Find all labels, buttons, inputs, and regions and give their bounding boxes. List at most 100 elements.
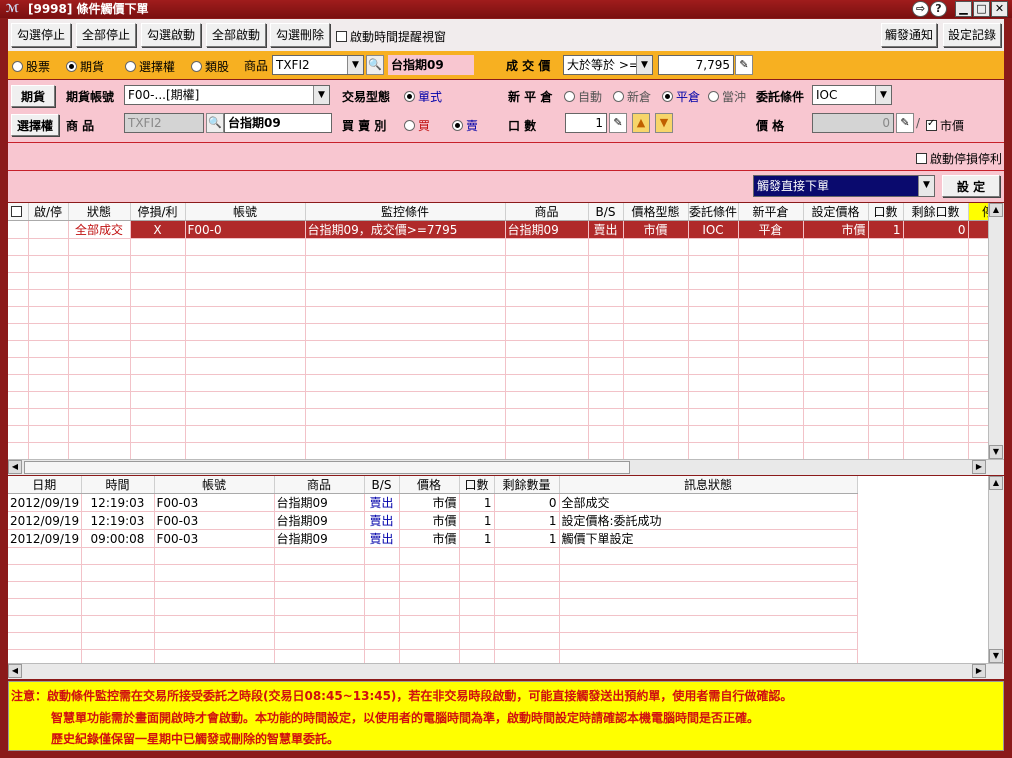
type-options-label: 選擇權 — [139, 60, 176, 74]
options-button[interactable]: 選擇權 — [11, 114, 59, 136]
start-all-button[interactable]: 全部啟動 — [206, 23, 266, 47]
time-reminder-checkbox[interactable]: 啟動時間提醒視窗 — [336, 28, 446, 45]
stop-checked-button[interactable]: 勾選停止 — [11, 23, 71, 47]
offset-daytrade-label: 當沖 — [722, 90, 747, 104]
qty-picker-icon[interactable]: ✎ — [609, 113, 627, 133]
market-price-checkbox[interactable]: 市價 — [926, 117, 964, 134]
remaining-cell: 1 — [494, 529, 560, 548]
col-header[interactable]: 口數 — [459, 476, 495, 494]
history-vertical-scrollbar[interactable]: ▲ ▼ — [988, 476, 1004, 663]
col-header[interactable]: 剩餘口數 — [903, 203, 969, 221]
operator-select[interactable]: 大於等於 >= ▼ — [563, 55, 653, 75]
price-picker-icon[interactable]: ✎ — [735, 55, 753, 75]
col-header[interactable]: 狀態 — [68, 203, 131, 221]
col-header[interactable]: 帳號 — [185, 203, 306, 221]
side-cell: 賣出 — [364, 493, 400, 512]
scroll-up-icon[interactable]: ▲ — [989, 203, 1003, 217]
table-row[interactable]: 2012/09/19 12:19:03 F00-03 台指期09 賣出 市價 1… — [8, 511, 858, 530]
col-header[interactable]: 設定價格 — [803, 203, 869, 221]
settings-log-button[interactable]: 設定記錄 — [943, 23, 1001, 47]
order-product-search-icon[interactable]: 🔍 — [206, 113, 224, 133]
monitor-body: 全部成交 X F00-0 台指期09，成交價>=7795 台指期09 賣出 市價… — [8, 220, 988, 459]
delete-checked-button[interactable]: 勾選刪除 — [270, 23, 330, 47]
trigger-notify-button[interactable]: 觸發通知 — [881, 23, 937, 47]
col-header[interactable]: 停 — [968, 203, 988, 221]
scroll-left-icon[interactable]: ◀ — [8, 460, 22, 474]
product-cell: 台指期09 — [274, 493, 365, 512]
type-sector-radio[interactable]: 類股 — [191, 58, 229, 75]
set-button[interactable]: 設 定 — [942, 175, 1000, 197]
col-header[interactable]: 新平倉 — [738, 203, 804, 221]
table-row — [8, 581, 858, 599]
col-header[interactable]: 時間 — [81, 476, 155, 494]
scroll-down-icon[interactable]: ▼ — [989, 649, 1003, 663]
col-header[interactable]: 帳號 — [154, 476, 275, 494]
history-horizontal-scrollbar[interactable]: ◀ ▶ — [8, 663, 1004, 679]
condition-price-input[interactable]: 7,795 — [658, 55, 734, 75]
offset-auto-radio[interactable]: 自動 — [564, 88, 602, 105]
qty-cell: 1 — [459, 511, 495, 530]
col-header[interactable]: 停損/利 — [130, 203, 186, 221]
qty-up-icon[interactable]: ▲ — [632, 113, 650, 133]
offset-new-radio[interactable]: 新倉 — [613, 88, 651, 105]
scroll-thumb[interactable] — [24, 461, 630, 474]
col-header[interactable]: 口數 — [868, 203, 904, 221]
maximize-button[interactable]: □ — [973, 1, 990, 17]
stop-all-button[interactable]: 全部停止 — [76, 23, 136, 47]
type-stock-radio[interactable]: 股票 — [12, 58, 50, 75]
col-header[interactable]: 商品 — [505, 203, 589, 221]
col-header[interactable]: 委託條件 — [688, 203, 739, 221]
scroll-right-icon[interactable]: ▶ — [972, 664, 986, 678]
trade-type-radio[interactable]: 單式 — [404, 88, 442, 105]
side-buy-radio[interactable]: 買 — [404, 117, 430, 134]
monitor-vertical-scrollbar[interactable]: ▲ ▼ — [988, 203, 1004, 459]
col-header[interactable]: 監控條件 — [305, 203, 506, 221]
help-icon[interactable]: ? — [930, 1, 947, 17]
qty-input[interactable]: 1 — [565, 113, 607, 133]
account-cell: F00-0 — [185, 220, 306, 239]
table-row[interactable]: 全部成交 X F00-0 台指期09，成交價>=7795 台指期09 賣出 市價… — [8, 220, 988, 239]
order-panel: 期貨 選擇權 期貨帳號 F00-...[期權] ▼ 交易型態 單式 新 平 倉 自… — [8, 80, 1004, 142]
select-all-checkbox[interactable] — [8, 203, 29, 221]
product-search-icon[interactable]: 🔍 — [366, 55, 384, 75]
qty-down-icon[interactable]: ▼ — [655, 113, 673, 133]
scroll-up-icon[interactable]: ▲ — [989, 476, 1003, 490]
futures-button[interactable]: 期貨 — [11, 85, 55, 107]
scroll-right-icon[interactable]: ▶ — [972, 460, 986, 474]
col-header[interactable]: 剩餘數量 — [494, 476, 560, 494]
account-select[interactable]: F00-...[期權] ▼ — [124, 85, 330, 105]
type-options-radio[interactable]: 選擇權 — [125, 58, 175, 75]
scroll-left-icon[interactable]: ◀ — [8, 664, 22, 678]
type-futures-radio[interactable]: 期貨 — [66, 58, 104, 75]
table-row[interactable]: 2012/09/19 09:00:08 F00-03 台指期09 賣出 市價 1… — [8, 529, 858, 548]
col-header[interactable]: 價格型態 — [623, 203, 689, 221]
col-header[interactable]: 日期 — [8, 476, 82, 494]
side-sell-radio[interactable]: 賣 — [452, 117, 478, 134]
minimize-button[interactable]: ▁ — [955, 1, 972, 17]
order-mode-select[interactable]: 觸發直接下單 ▼ — [753, 175, 935, 197]
price-picker-icon[interactable]: ✎ — [896, 113, 914, 133]
col-header[interactable]: B/S — [588, 203, 624, 221]
table-row — [8, 598, 858, 616]
pin-icon[interactable]: ⇨ — [912, 1, 929, 17]
offset-daytrade-radio[interactable]: 當沖 — [708, 88, 746, 105]
col-header[interactable]: 商品 — [274, 476, 365, 494]
col-header[interactable]: 價格 — [399, 476, 460, 494]
table-row — [8, 357, 988, 375]
qty-label: 口 數 — [508, 119, 537, 133]
col-header[interactable]: B/S — [364, 476, 400, 494]
start-checked-button[interactable]: 勾選啟動 — [141, 23, 201, 47]
order-product-input[interactable]: TXFI2 — [124, 113, 204, 133]
col-header[interactable]: 啟/停 — [28, 203, 69, 221]
scroll-down-icon[interactable]: ▼ — [989, 445, 1003, 459]
condition-product-select[interactable]: TXFI2 ▼ — [272, 55, 364, 75]
offset-close-radio[interactable]: 平倉 — [662, 88, 700, 105]
condition-product-code: TXFI2 — [276, 58, 310, 72]
stop-loss-checkbox[interactable]: 啟動停損停利 — [916, 150, 1002, 167]
table-row[interactable]: 2012/09/19 12:19:03 F00-03 台指期09 賣出 市價 1… — [8, 493, 858, 512]
tif-select[interactable]: IOC ▼ — [812, 85, 892, 105]
monitor-horizontal-scrollbar[interactable]: ◀ ▶ — [8, 459, 1004, 475]
col-header[interactable]: 訊息狀態 — [559, 476, 858, 494]
close-button[interactable]: ✕ — [991, 1, 1008, 17]
price-input[interactable]: 0 — [812, 113, 894, 133]
